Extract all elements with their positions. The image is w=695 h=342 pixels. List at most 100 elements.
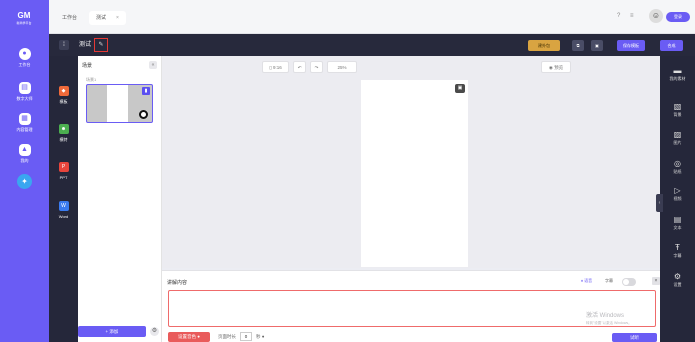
background-icon: ▧ — [673, 102, 682, 111]
share-button[interactable]: 建外包 — [528, 40, 560, 51]
delete-scene-icon[interactable]: ▮ — [142, 87, 150, 95]
save-template-button[interactable]: 保存模板 — [617, 40, 645, 51]
set-voice-button[interactable]: 设置音色 ● — [168, 332, 210, 342]
undo-icon[interactable]: ↶ — [293, 61, 306, 73]
help-icon[interactable]: ? — [617, 13, 620, 19]
watermark-line2: 转到"设置"以激活 Windows。 — [586, 321, 632, 325]
rail-text[interactable]: ▤ 文本 — [660, 215, 695, 231]
sticker-icon: ◎ — [674, 159, 681, 168]
tab-label: 工作台 — [62, 15, 78, 21]
collapse-icon[interactable]: « — [149, 61, 157, 69]
rail-my-assets[interactable]: ▬ 我的素材 — [660, 66, 695, 82]
duration-label: 页面时长 — [218, 334, 236, 339]
nav-label: 内容管理 — [16, 127, 33, 132]
tool-label: 模特 — [59, 137, 68, 142]
canvas-page[interactable] — [361, 80, 468, 267]
tool-model[interactable]: ☻ 模特 — [49, 124, 78, 143]
scenes-title: 场景 — [82, 63, 93, 69]
rail-label: 我的素材 — [669, 76, 686, 81]
tool-ppt[interactable]: P PPT — [49, 162, 78, 180]
logo-subtitle: 新商学平台 — [16, 21, 32, 25]
mascot-icon[interactable]: ✦ — [17, 174, 32, 189]
subtitle-label: 字幕 — [605, 278, 613, 283]
login-button[interactable]: 登录 — [666, 12, 690, 22]
ppt-icon: P — [58, 162, 69, 172]
menu-icon[interactable]: ≡ — [630, 13, 634, 19]
user-icon: ▲ — [18, 144, 31, 156]
video-icon: ▷ — [674, 186, 681, 195]
tab-label: 测试 — [96, 15, 107, 21]
rail-label: 贴纸 — [673, 169, 682, 174]
rail-label: 字幕 — [673, 253, 682, 258]
tool-template[interactable]: ◆ 模板 — [49, 86, 78, 105]
tab-bar — [49, 0, 695, 34]
tab-close-icon[interactable]: × — [116, 15, 119, 21]
try-listen-button[interactable]: 试听 — [612, 333, 657, 342]
rail-video[interactable]: ▷ 视频 — [660, 186, 695, 202]
tab-test[interactable]: 测试 × — [89, 11, 126, 25]
nav-item-mine[interactable]: ▲ 我的 — [0, 144, 49, 174]
app-logo[interactable]: GM 新商学平台 — [9, 11, 39, 31]
nav-label: 工作台 — [18, 62, 31, 67]
background-image-icon[interactable]: ▣ — [455, 84, 465, 93]
avatar[interactable]: ☺ — [649, 9, 663, 23]
tool-label: Word — [58, 214, 69, 219]
rail-label: 背景 — [673, 112, 682, 117]
subtitle-icon: Ŧ — [675, 243, 680, 252]
text-icon: ▤ — [673, 215, 682, 224]
document-title[interactable]: 测试 — [79, 40, 91, 50]
save-icon-button[interactable]: ▣ — [591, 40, 603, 51]
rail-subtitle[interactable]: Ŧ 字幕 — [660, 243, 695, 259]
record-icon — [139, 110, 148, 119]
rail-label: 图片 — [673, 140, 682, 145]
preview-button[interactable]: ◉ 预览 — [541, 61, 571, 73]
tool-label: PPT — [59, 175, 68, 180]
folder-icon: ▬ — [673, 66, 682, 75]
duration-unit: 秒 ● — [256, 334, 265, 339]
nav-label: 数字大师 — [16, 96, 33, 101]
nav-item-digital-master[interactable]: ▤ 数字大师 — [0, 82, 49, 112]
rail-label: 视频 — [673, 196, 682, 201]
home-icon: ● — [18, 48, 31, 60]
rail-image[interactable]: ▨ 图片 — [660, 130, 695, 146]
copy-button[interactable]: ⧉ — [572, 40, 584, 51]
voice-toggle[interactable]: ♦ 语音 — [581, 278, 592, 284]
zoom-select[interactable]: 25% — [327, 61, 357, 73]
watermark-line1: 激活 Windows — [586, 313, 625, 319]
subtitle-switch[interactable] — [622, 278, 636, 286]
orientation-toggle[interactable]: ▯ 9:16 — [262, 61, 289, 73]
set-voice-label: 设置音色 — [178, 334, 197, 339]
tool-label: 模板 — [59, 99, 68, 104]
scene-page-preview — [107, 85, 128, 122]
scene-label: 场景1 — [86, 77, 97, 82]
scene-settings-icon[interactable]: ⚙ — [150, 327, 159, 336]
library-icon: ▤ — [18, 82, 31, 94]
collapse-rail-icon[interactable]: ‹ — [656, 194, 663, 212]
content-icon: ▦ — [18, 113, 31, 125]
add-scene-button[interactable]: + 添加 — [78, 326, 146, 337]
image-icon: ▨ — [673, 130, 682, 139]
close-narration-icon[interactable]: × — [652, 277, 660, 285]
duration-unit-text: 秒 — [256, 334, 261, 339]
logo-text: GM — [17, 11, 31, 20]
generate-button[interactable]: 合成 — [660, 40, 683, 51]
tab-workbench[interactable]: 工作台 — [55, 11, 84, 25]
scene-thumbnail[interactable]: ▮ — [86, 84, 153, 123]
nav-item-content-manage[interactable]: ▦ 内容管理 — [0, 113, 49, 143]
rail-label: 文本 — [673, 225, 682, 230]
rail-settings[interactable]: ⚙ 设置 — [660, 272, 695, 288]
nav-item-workbench[interactable]: ● 工作台 — [0, 48, 49, 78]
edit-title-icon[interactable]: ✎ — [94, 38, 108, 52]
template-icon: ◆ — [58, 86, 69, 96]
people-icon: ☻ — [58, 124, 69, 134]
duration-input[interactable]: 0 — [240, 332, 252, 341]
narration-textarea[interactable] — [168, 290, 656, 327]
rail-sticker[interactable]: ◎ 贴纸 — [660, 159, 695, 175]
grid-menu-icon[interactable]: ⁞ — [59, 40, 69, 50]
rail-background[interactable]: ▧ 背景 — [660, 102, 695, 118]
tool-word[interactable]: W Word — [49, 201, 78, 219]
word-icon: W — [58, 201, 69, 211]
windows-activation-watermark: 激活 Windows 转到"设置"以激活 Windows。 — [586, 313, 632, 327]
redo-icon[interactable]: ↷ — [310, 61, 323, 73]
settings-icon: ⚙ — [673, 272, 682, 281]
